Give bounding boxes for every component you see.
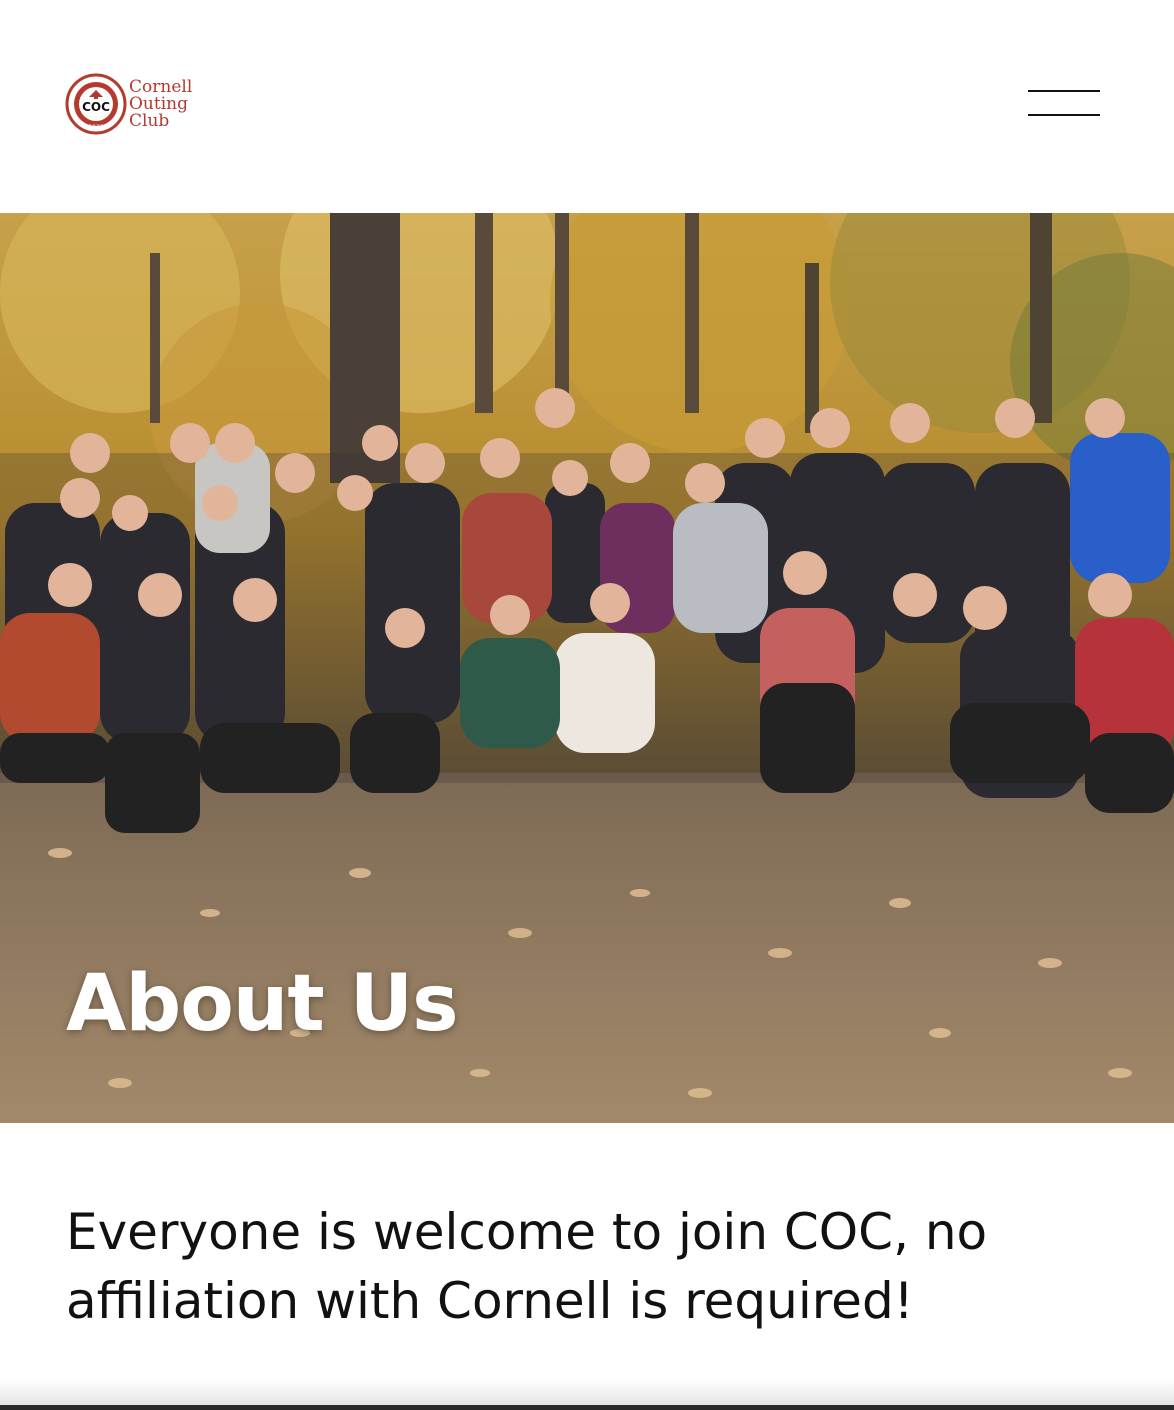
logo-line-3: Club xyxy=(129,110,170,131)
logo-line-2: Outing xyxy=(129,93,188,114)
svg-text:COC: COC xyxy=(82,100,110,114)
page-title: About Us xyxy=(66,959,459,1049)
svg-text:1920: 1920 xyxy=(88,124,103,131)
site-header: COC 1920 Cornell Outing Club xyxy=(0,0,1174,213)
coc-seal-logo-icon: COC 1920 xyxy=(65,73,127,135)
menu-button[interactable] xyxy=(1028,88,1100,120)
site-logo-link[interactable]: COC 1920 Cornell Outing Club xyxy=(65,72,205,136)
logo-line-1: Cornell xyxy=(129,76,193,97)
hero-banner: About Us xyxy=(0,213,1174,1123)
intro-text: Everyone is welcome to join COC, no affi… xyxy=(66,1203,988,1330)
logo-wordmark: Cornell Outing Club xyxy=(129,76,193,131)
bottom-divider xyxy=(0,1405,1174,1410)
